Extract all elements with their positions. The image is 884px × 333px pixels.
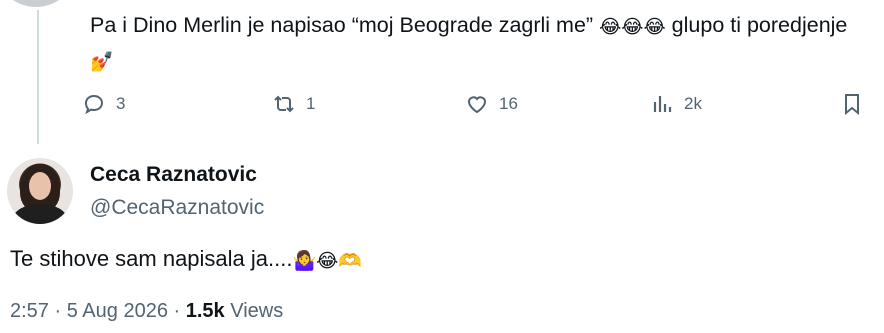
avatar[interactable]: [7, 158, 73, 224]
reply-author-avatar[interactable]: [0, 0, 77, 7]
laughing-emoji: 😂😂😂: [599, 16, 666, 38]
repost-icon: [274, 95, 294, 113]
heart-icon: [467, 96, 487, 114]
tweet-date[interactable]: 5 Aug 2026: [67, 300, 168, 322]
tweet-text-body: Te stihove sam napisala ja....: [10, 246, 293, 271]
like-button[interactable]: 16: [465, 92, 518, 116]
bookmark-button[interactable]: [840, 92, 864, 116]
repost-button[interactable]: 1: [272, 92, 315, 116]
author-name[interactable]: Ceca Raznatovic: [90, 163, 257, 187]
repost-count: 1: [306, 94, 316, 113]
reply-text-part2: glupo ti poredjenje: [671, 13, 848, 37]
tweet-time[interactable]: 2:57: [10, 300, 49, 322]
meta-separator: ·: [173, 300, 181, 322]
reply-text-part1: Pa i Dino Merlin je napisao “moj Beograd…: [90, 13, 594, 37]
reply-action-bar: 3 1 16 2k: [82, 92, 872, 122]
tweet-views-count: 1.5k: [185, 300, 225, 322]
bookmark-icon: [845, 94, 859, 116]
views-button[interactable]: 2k: [650, 92, 702, 116]
thread-line: [37, 10, 39, 144]
analytics-icon: [653, 96, 672, 112]
like-count: 16: [499, 94, 518, 113]
reply-count: 3: [116, 94, 126, 113]
meta-separator: ·: [54, 300, 62, 322]
tweet-emoji: 🤷‍♀️😂🫶: [292, 250, 362, 272]
reply-text: Pa i Dino Merlin je napisao “moj Beograd…: [90, 9, 860, 79]
tweet-meta: 2:57 · 5 Aug 2026 · 1.5k Views: [10, 300, 283, 323]
reply-button[interactable]: 3: [82, 92, 125, 116]
comment-icon: [84, 94, 104, 115]
author-handle[interactable]: @CecaRaznatovic: [90, 196, 264, 220]
nail-polish-emoji: 💅: [90, 51, 114, 73]
tweet-views-label: Views: [230, 300, 284, 322]
view-count: 2k: [684, 94, 702, 113]
tweet-text: Te stihove sam napisala ja....🤷‍♀️😂🫶: [10, 246, 362, 272]
